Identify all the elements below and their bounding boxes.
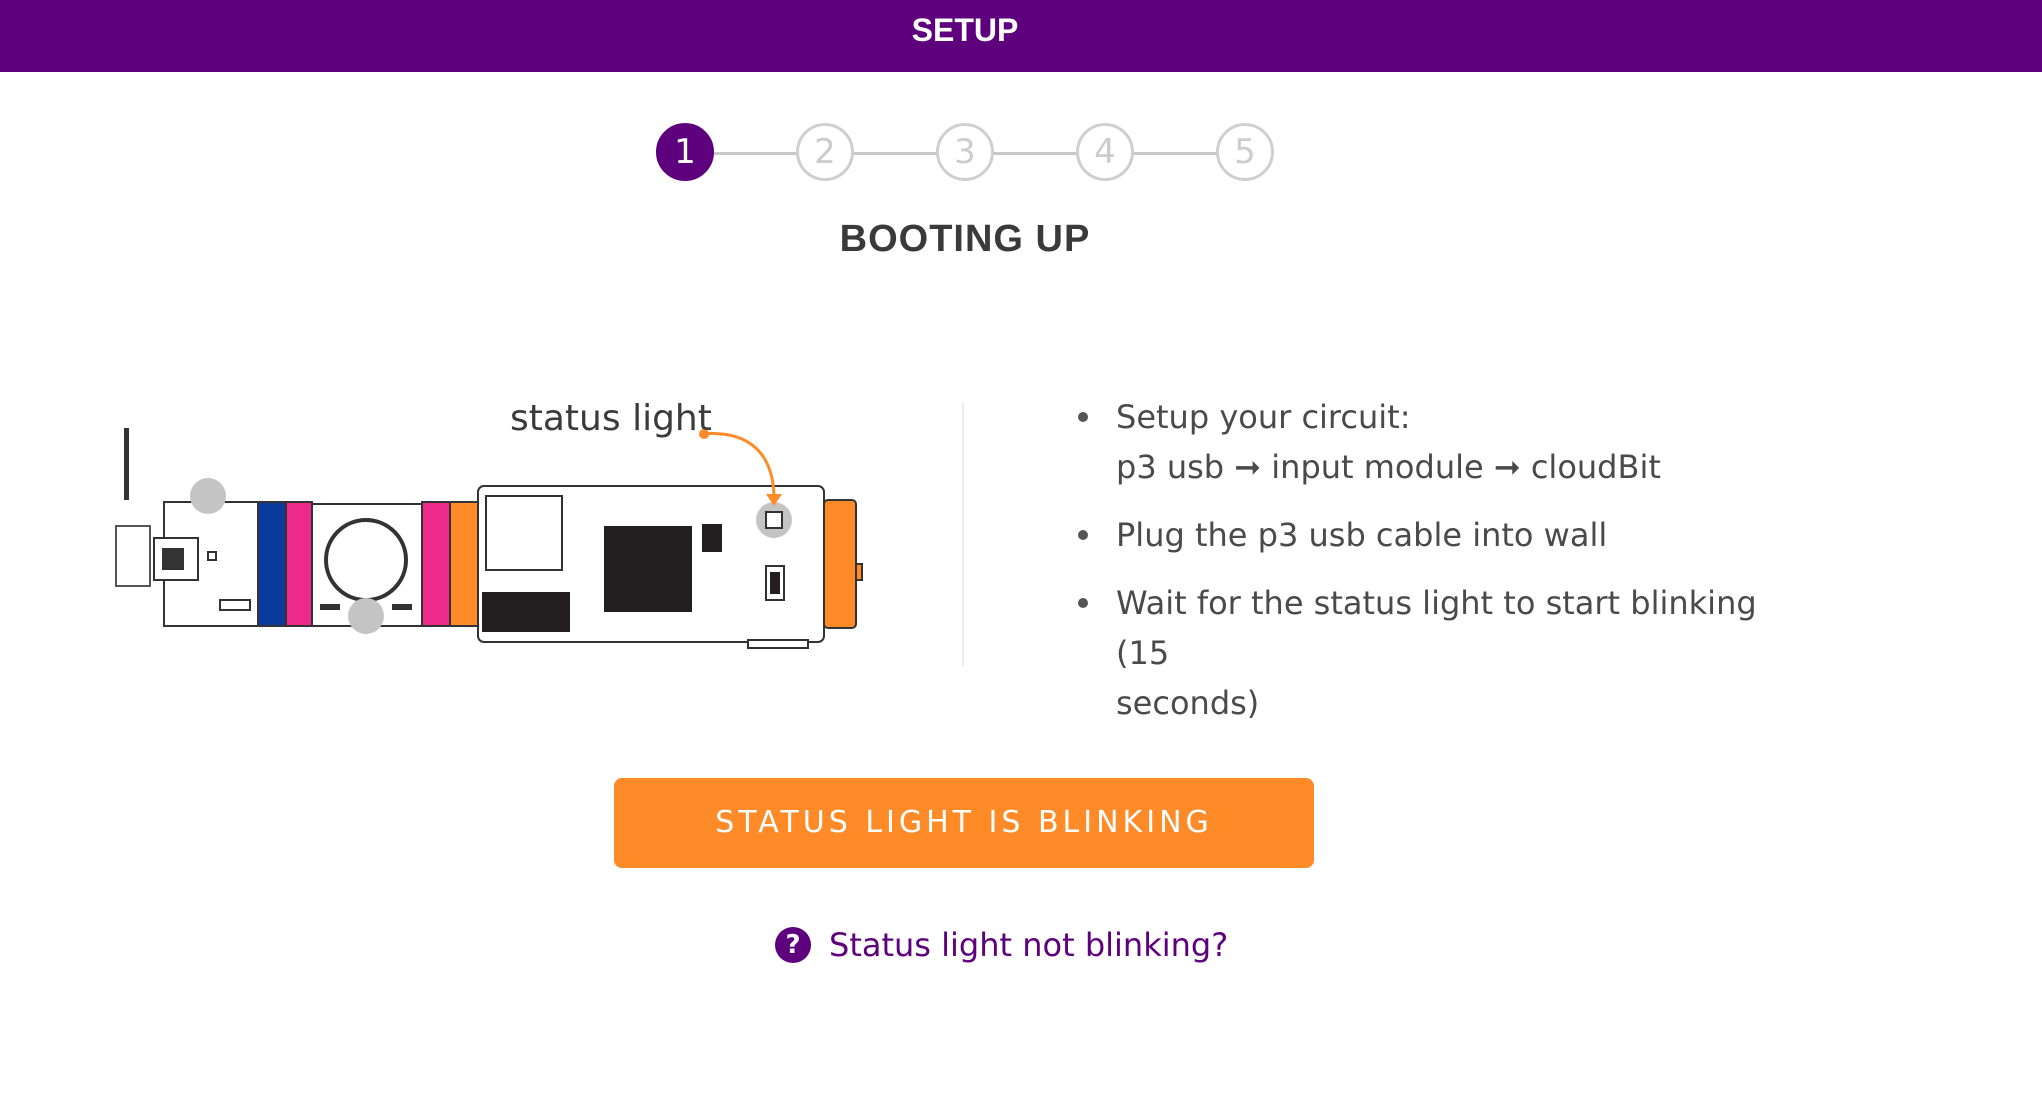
- status-blinking-button[interactable]: STATUS LIGHT IS BLINKING: [614, 778, 1314, 868]
- instruction-list: Setup your circuit: p3 usb ➞ input modul…: [1078, 392, 1778, 746]
- cable-stub: [124, 428, 129, 500]
- step-5: 5: [1216, 123, 1274, 181]
- cloudbit-chip-small: [702, 524, 722, 552]
- instruction-text: Plug the p3 usb cable into wall: [1116, 516, 1608, 554]
- connector-orange: [449, 501, 479, 627]
- question-circle-icon: ?: [775, 927, 811, 963]
- touch-point: [190, 478, 226, 514]
- button-pad: [320, 604, 340, 610]
- instruction-item: Wait for the status light to start blink…: [1078, 578, 1778, 728]
- step-4: 4: [1076, 123, 1134, 181]
- instruction-text: seconds): [1116, 684, 1260, 722]
- cloudbit-button-inner: [770, 572, 780, 594]
- step-progress: 1 2 3 4 5: [0, 0, 2042, 230]
- usb-block: [482, 592, 570, 632]
- instruction-text: Wait for the status light to start blink…: [1116, 584, 1757, 672]
- help-link-text: Status light not blinking?: [829, 926, 1229, 964]
- connector-pink: [285, 501, 313, 627]
- connector-blue: [257, 501, 287, 627]
- touch-point: [348, 598, 384, 634]
- circuit-diagram: status light: [110, 390, 890, 670]
- step-connector: [1132, 152, 1220, 155]
- instruction-text: p3 usb ➞ input module ➞ cloudBit: [1116, 448, 1661, 486]
- end-cap-tab: [855, 563, 863, 581]
- bullet-icon: [1078, 530, 1088, 540]
- step-connector: [992, 152, 1080, 155]
- button-pad: [392, 604, 412, 610]
- step-connector: [714, 152, 798, 155]
- button-cap: [324, 518, 408, 602]
- bullet-icon: [1078, 598, 1088, 608]
- usb-port-inner: [162, 548, 184, 570]
- instruction-item: Plug the p3 usb cable into wall: [1078, 510, 1778, 560]
- usb-cable-end: [115, 525, 151, 587]
- step-2: 2: [796, 123, 854, 181]
- circuit-illustration: [115, 428, 863, 649]
- status-light-arrow: [701, 432, 776, 495]
- connector-end-cap: [823, 499, 857, 629]
- status-light-icon: [765, 511, 783, 529]
- page-title: BOOTING UP: [839, 218, 1091, 260]
- cloudbit-foot: [747, 639, 809, 649]
- usb-socket: [485, 495, 563, 571]
- status-light-label: status light: [510, 398, 712, 439]
- bullet-icon: [1078, 412, 1088, 422]
- cloudbit-chip: [604, 526, 692, 612]
- step-1: 1: [656, 123, 714, 181]
- instruction-text: Setup your circuit:: [1116, 398, 1411, 436]
- step-3: 3: [936, 123, 994, 181]
- step-connector: [852, 152, 940, 155]
- content-divider: [962, 402, 964, 666]
- instruction-item: Setup your circuit: p3 usb ➞ input modul…: [1078, 392, 1778, 492]
- help-link[interactable]: ? Status light not blinking?: [775, 918, 1228, 968]
- connector-pink: [421, 501, 451, 627]
